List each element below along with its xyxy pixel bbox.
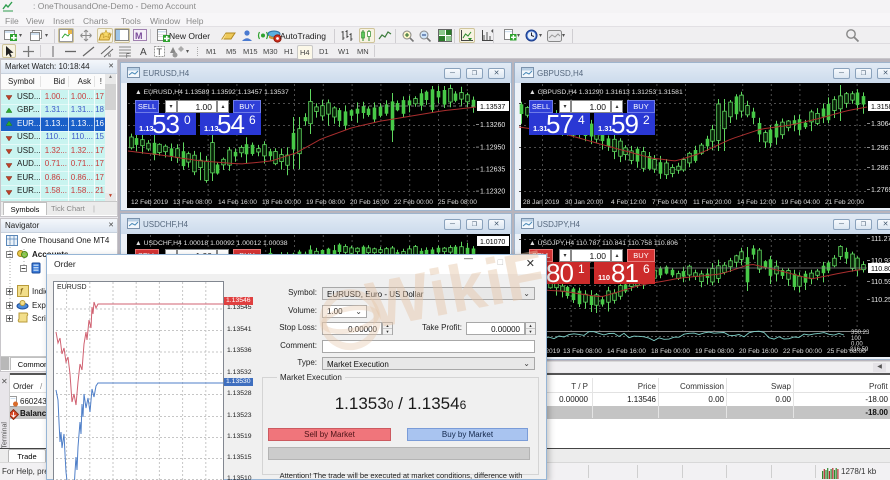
svg-text:30 Jan 20:00: 30 Jan 20:00	[565, 199, 603, 206]
svg-text:110.59: 110.59	[871, 279, 890, 286]
svg-text:13 Feb 08:00: 13 Feb 08:00	[173, 199, 212, 206]
svg-text:18 Feb 00:00: 18 Feb 00:00	[651, 348, 690, 355]
svg-text:▲ GBPUSD,H4 1.31290 1.31613 1: ▲ GBPUSD,H4 1.31290 1.31613 1.31253 1.31…	[529, 89, 683, 96]
svg-text:1.13537: 1.13537	[480, 104, 505, 111]
svg-text:111.27: 111.27	[871, 236, 890, 243]
svg-text:▲ USDJPY,H4 110.787 110.841 1: ▲ USDJPY,H4 110.787 110.841 110.758 110.…	[529, 240, 678, 247]
svg-text:18 Feb 00:00: 18 Feb 00:00	[262, 199, 301, 206]
svg-text:21 Feb 20:00: 21 Feb 20:00	[825, 199, 864, 206]
svg-text:1.3158: 1.3158	[871, 104, 890, 111]
svg-text:1.2867: 1.2867	[871, 165, 890, 172]
svg-text:28 Jan 2019: 28 Jan 2019	[523, 199, 560, 206]
svg-text:19 Feb 08:00: 19 Feb 08:00	[695, 348, 734, 355]
svg-text:1.01070: 1.01070	[480, 239, 505, 246]
svg-text:11 Feb 20:00: 11 Feb 20:00	[693, 199, 732, 206]
svg-text:4 Feb 12:00: 4 Feb 12:00	[611, 199, 647, 206]
svg-text:14 Feb 16:00: 14 Feb 16:00	[607, 348, 646, 355]
svg-text:19 Feb 08:00: 19 Feb 08:00	[306, 199, 345, 206]
svg-text:1.2967: 1.2967	[871, 145, 890, 152]
svg-text:1.12320: 1.12320	[480, 189, 505, 196]
svg-text:e: e	[108, 53, 112, 58]
svg-text:13 Feb 08:00: 13 Feb 08:00	[563, 348, 602, 355]
svg-text:1.12635: 1.12635	[480, 167, 505, 174]
svg-text:14 Feb 16:00: 14 Feb 16:00	[218, 199, 257, 206]
svg-text:110.80: 110.80	[871, 266, 890, 273]
svg-text:M: M	[135, 31, 143, 41]
svg-text:7 Feb 04:00: 7 Feb 04:00	[652, 199, 688, 206]
svg-text:20 Feb 16:00: 20 Feb 16:00	[739, 348, 778, 355]
svg-text:25 Feb 08:00: 25 Feb 08:00	[827, 348, 866, 355]
svg-text:T: T	[157, 47, 163, 57]
svg-text:1.2769: 1.2769	[871, 187, 890, 194]
svg-text:1.3064: 1.3064	[871, 121, 890, 128]
svg-text:12 Feb 2019: 12 Feb 2019	[131, 199, 168, 206]
svg-text:110.25: 110.25	[871, 297, 890, 304]
svg-text:25 Feb 08:00: 25 Feb 08:00	[438, 199, 477, 206]
svg-text:22 Feb 00:00: 22 Feb 00:00	[394, 199, 433, 206]
svg-text:19 Feb 04:00: 19 Feb 04:00	[781, 199, 820, 206]
svg-text:1.12950: 1.12950	[480, 145, 505, 152]
svg-text:F: F	[126, 54, 130, 58]
svg-text:20 Feb 16:00: 20 Feb 16:00	[350, 199, 389, 206]
svg-text:▲ EURUSD,H4 1.13589 1.13592 1: ▲ EURUSD,H4 1.13589 1.13592 1.13457 1.13…	[135, 89, 289, 96]
svg-text:▲ USDCHF,H4 1.00018 1.00092 1: ▲ USDCHF,H4 1.00018 1.00092 1.00012 1.00…	[135, 240, 288, 247]
svg-text:14 Feb 12:00: 14 Feb 12:00	[737, 199, 776, 206]
svg-text:1.13260: 1.13260	[480, 122, 505, 129]
svg-text:A: A	[140, 47, 147, 58]
svg-text:22 Feb 00:00: 22 Feb 00:00	[783, 348, 822, 355]
